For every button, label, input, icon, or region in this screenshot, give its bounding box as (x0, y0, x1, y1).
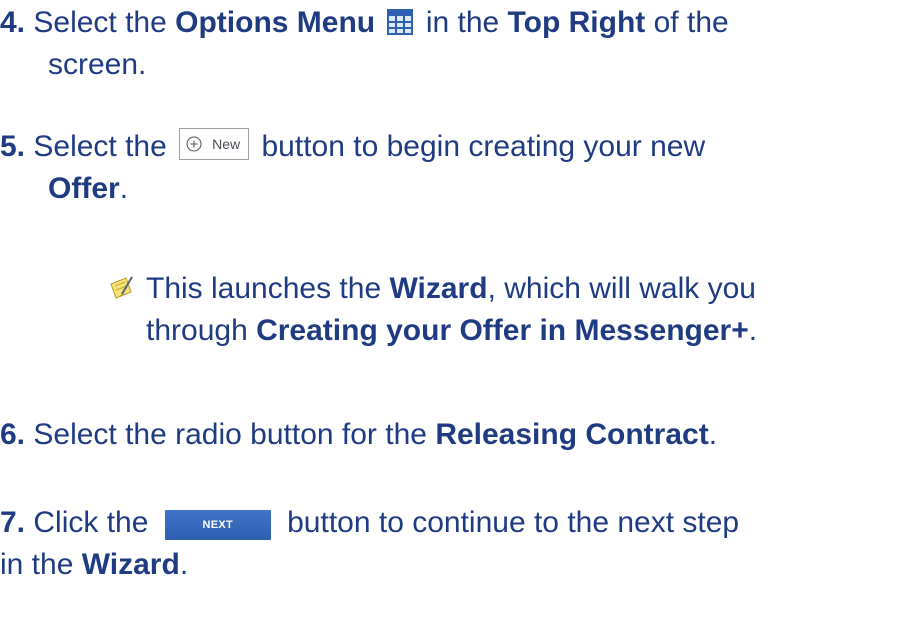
step-number: 5. (0, 130, 26, 163)
creating-offer-label: Creating your Offer in Messenger+ (256, 314, 749, 347)
period: . (119, 172, 129, 205)
step-text: in the (0, 548, 74, 581)
wizard-label: Wizard (389, 272, 488, 305)
step-text: Select the (33, 6, 167, 39)
step-4: 4. Select the Options Menu in the Top Ri… (0, 2, 729, 86)
step-text-line2: Offer. (0, 168, 705, 210)
offer-label: Offer (48, 172, 120, 205)
step-number: 7. (0, 506, 26, 539)
next-button[interactable]: NEXT (164, 510, 271, 540)
instruction-page: 4. Select the Options Menu in the Top Ri… (0, 0, 903, 621)
step-text: Select the radio button for the (33, 418, 427, 451)
wizard-label: Wizard (81, 548, 180, 581)
step-7: 7. Click the NEXT button to continue to … (0, 502, 739, 586)
step-text: Select the (33, 130, 167, 163)
period: . (179, 548, 189, 581)
wizard-note: This launches the Wizard, which will wal… (108, 268, 757, 352)
note-text: through (146, 314, 248, 347)
note-text-line2: through Creating your Offer in Messenger… (108, 310, 757, 352)
note-pencil-icon (110, 276, 133, 299)
step-text-line2: in the Wizard. (0, 544, 739, 586)
step-text-line2: screen. (48, 48, 147, 81)
plus-circle-icon (186, 136, 202, 152)
step-text: in the (425, 6, 500, 39)
step-text: Click the (33, 506, 149, 539)
period: . (708, 418, 718, 451)
period: . (748, 314, 758, 347)
step-number: 6. (0, 418, 26, 451)
new-button-label: New (212, 136, 241, 152)
releasing-contract-label: Releasing Contract (435, 418, 709, 451)
new-button[interactable]: New (179, 128, 250, 160)
step-6: 6. Select the radio button for the Relea… (0, 414, 717, 456)
grid-icon (387, 9, 414, 35)
options-menu-label: Options Menu (175, 6, 376, 39)
step-5: 5. Select the New button to begin creati… (0, 126, 705, 210)
top-right-label: Top Right (507, 6, 646, 39)
step-text: button to continue to the next step (287, 506, 740, 539)
note-text: , which will walk you (487, 272, 756, 305)
step-text: of the (653, 6, 729, 39)
note-text: This launches the (146, 272, 382, 305)
step-text: button to begin creating your new (261, 130, 706, 163)
step-number: 4. (0, 6, 26, 39)
